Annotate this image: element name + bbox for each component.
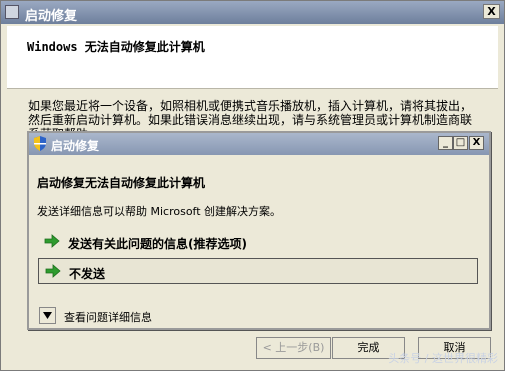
app-icon — [5, 5, 19, 19]
dialog-heading: 启动修复无法自动修复此计算机 — [37, 176, 206, 190]
outer-close-button[interactable]: X — [483, 4, 500, 19]
send-info-option[interactable]: 发送有关此问题的信息(推荐选项) — [38, 229, 478, 255]
outer-title-bar: 启动修复 X — [1, 1, 504, 24]
green-arrow-icon — [44, 234, 60, 248]
chevron-down-icon — [43, 312, 52, 319]
dont-send-option[interactable]: 不发送 — [38, 258, 478, 284]
maximize-button[interactable]: □ — [453, 136, 468, 150]
outer-window-title: 启动修复 — [25, 9, 78, 24]
watermark: 头条号 / 这世界很精彩 — [388, 352, 498, 365]
back-button[interactable]: < 上一步(B) — [256, 337, 331, 359]
green-arrow-icon — [45, 264, 61, 278]
dialog-title: 启动修复 — [51, 139, 100, 153]
startup-repair-dialog: 启动修复 _ □ X 启动修复无法自动修复此计算机 发送详细信息可以帮助 Mic… — [27, 131, 491, 330]
shield-icon — [33, 136, 47, 151]
dont-send-label: 不发送 — [69, 267, 106, 281]
view-details-label[interactable]: 查看问题详细信息 — [64, 309, 152, 325]
dialog-title-bar: 启动修复 _ □ X — [29, 133, 489, 155]
expand-details-button[interactable] — [39, 307, 56, 324]
minimize-button[interactable]: _ — [438, 136, 453, 150]
outer-header-panel: Windows 无法自动修复此计算机 — [7, 26, 498, 89]
send-info-label: 发送有关此问题的信息(推荐选项) — [68, 237, 247, 251]
outer-header-title: Windows 无法自动修复此计算机 — [27, 40, 205, 54]
dialog-close-button[interactable]: X — [469, 136, 484, 150]
dialog-description: 发送详细信息可以帮助 Microsoft 创建解决方案。 — [37, 205, 282, 218]
